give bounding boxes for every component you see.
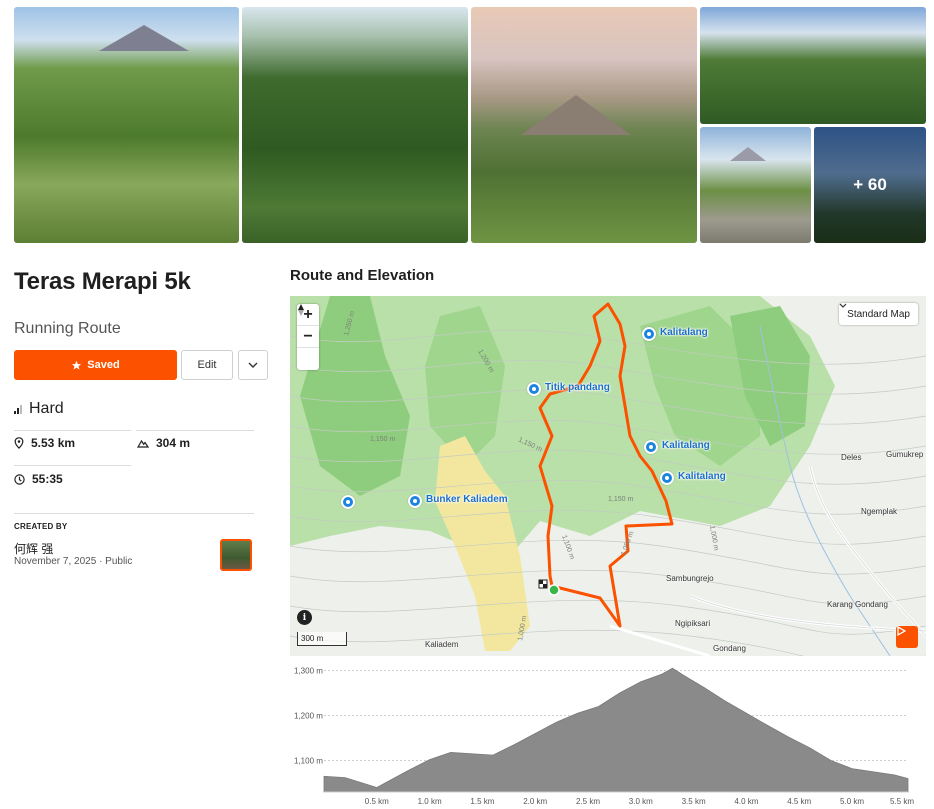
time-stat: 55:35 [14,472,63,486]
gallery-photo-5[interactable] [700,127,811,243]
place-label: Gondang [713,644,746,653]
elevation-chart[interactable]: 1,100 m 1,200 m 1,300 m 0.5 km 1.0 km 1.5 km 2… [290,660,926,809]
poi-label[interactable]: Bunker Kaliadem [426,494,508,505]
route-meta: November 7, 2025 · Public [14,556,132,567]
place-label: Ngemplak [861,507,898,516]
difficulty: Hard [14,400,64,418]
zoom-controls: + − [297,304,319,370]
poi-pin-camera[interactable] [642,327,656,341]
compass-icon [298,304,304,316]
elevation-value: 304 m [156,436,191,450]
place-label: Kaliadem [425,640,459,649]
contour-label: 1,150 m [608,496,633,503]
author-name[interactable]: 何辉 强 [14,540,53,557]
place-label: Deles [841,453,862,462]
mountain-icon [137,439,149,448]
info-icon: i [302,612,307,623]
poi-pin-viewpoint[interactable] [341,495,355,509]
poi-label[interactable]: Titik pandang [545,382,610,393]
divider [14,513,254,514]
gallery-photo-4[interactable] [700,7,926,124]
x-tick-label: 5.0 km [840,797,864,806]
location-pin-icon [14,437,24,449]
place-label: Ngipiksari [675,619,711,628]
gallery-photo-2[interactable] [242,7,468,243]
flyover-play-button[interactable] [896,626,918,648]
gallery-more-photos[interactable]: + 60 [814,127,926,243]
map-style-label: Standard Map [847,308,910,320]
x-tick-label: 1.5 km [470,797,494,806]
route-title: Teras Merapi 5k [14,268,191,295]
elevation-chart-canvas: 1,100 m 1,200 m 1,300 m 0.5 km 1.0 km 1.5 km 2… [294,667,914,807]
clock-icon [14,473,25,485]
chevron-down-icon [248,362,258,368]
visibility: Public [105,556,133,567]
distance-stat: 5.53 km [14,436,75,450]
photo-gallery: + 60 [14,7,926,243]
gallery-photo-3[interactable] [471,7,697,243]
y-tick-label: 1,200 m [294,712,323,721]
poi-pin-camera[interactable] [644,440,658,454]
x-tick-label: 3.0 km [629,797,653,806]
poi-label[interactable]: Kalitalang [678,471,726,482]
difficulty-label: Hard [29,400,64,417]
zoom-out-button[interactable]: − [297,326,319,348]
info-button[interactable]: i [297,610,312,625]
time-value: 55:35 [32,472,63,486]
more-options-button[interactable] [238,350,268,380]
avatar[interactable] [220,539,252,571]
place-label: Karang Gondang [827,600,888,609]
poi-label[interactable]: Kalitalang [660,327,708,338]
divider [14,465,131,466]
signal-bars-icon [14,404,22,414]
x-tick-label: 2.5 km [576,797,600,806]
map-style-dropdown[interactable]: Standard Map [839,303,918,325]
x-tick-label: 5.5 km [890,797,914,806]
route-map[interactable]: 1,250 m 1,200 m 1,150 m 1,150 m 1,100 m … [290,296,926,656]
scale-bar: 300 m [297,632,347,646]
compass-button[interactable] [297,304,319,370]
route-type: Running Route [14,320,121,337]
poi-pin-camera[interactable] [660,471,674,485]
x-tick-label: 3.5 km [682,797,706,806]
divider [14,430,131,431]
chevron-down-icon [839,303,847,308]
x-tick-label: 2.0 km [523,797,547,806]
star-icon [72,360,82,370]
x-tick-label: 0.5 km [365,797,389,806]
x-tick-label: 4.0 km [734,797,758,806]
elevation-area [323,667,909,793]
section-title: Route and Elevation [290,267,435,284]
contour-label: 1,150 m [370,436,395,443]
saved-button[interactable]: Saved [14,350,177,380]
route-page: + 60 Teras Merapi 5k Running Route Saved… [0,0,934,809]
more-photos-count: + 60 [814,127,926,243]
distance-value: 5.53 km [31,436,76,450]
saved-button-label: Saved [87,359,120,371]
elevation-stat: 304 m [137,436,190,450]
gallery-photo-1[interactable] [14,7,239,243]
play-icon [897,626,906,636]
divider [136,430,254,431]
y-tick-label: 1,300 m [294,667,323,676]
poi-pin-viewpoint[interactable] [408,494,422,508]
place-label: Sambungrejo [666,574,714,583]
created-date: November 7, 2025 [14,556,97,567]
poi-label[interactable]: Kalitalang [662,440,710,451]
poi-pin-viewpoint[interactable] [527,382,541,396]
y-tick-label: 1,100 m [294,757,323,766]
x-tick-label: 4.5 km [787,797,811,806]
created-by-label: CREATED BY [14,522,68,531]
x-tick-label: 1.0 km [418,797,442,806]
place-label: Gumukrep [886,450,924,459]
edit-button[interactable]: Edit [181,350,233,380]
